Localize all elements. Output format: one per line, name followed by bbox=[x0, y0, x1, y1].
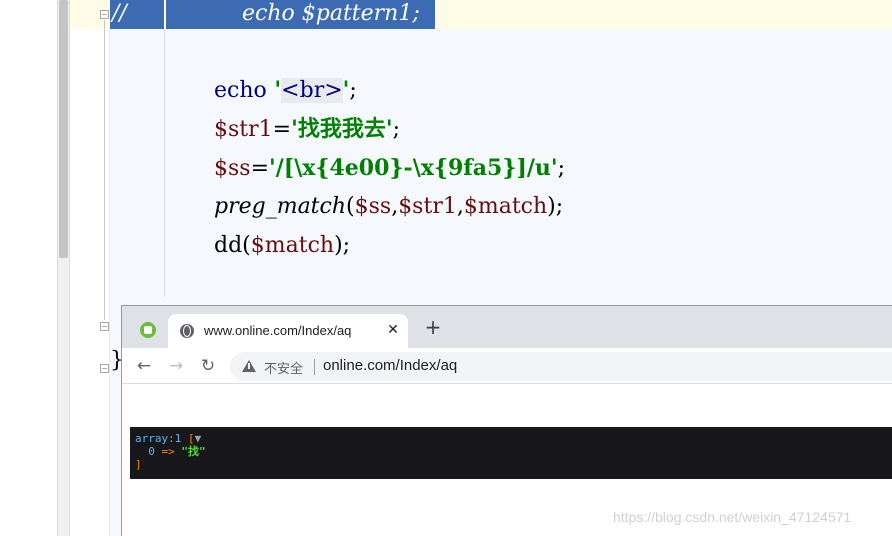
dump-value: "找" bbox=[181, 445, 206, 458]
dump-array-header: array:1 bbox=[135, 432, 182, 445]
tab-strip: www.online.com/Index/aq ✕ + bbox=[122, 306, 892, 348]
watermark: https://blog.csdn.net/weixin_47124571 bbox=[613, 509, 852, 525]
selected-code-line: echo $pattern1; bbox=[242, 1, 420, 26]
code-line: $str1='找我我去'; bbox=[214, 116, 400, 143]
code-token: '找我我去' bbox=[291, 116, 393, 142]
code-token: preg_match bbox=[214, 194, 347, 219]
dump-key: 0 bbox=[148, 445, 155, 458]
fold-end-marker-icon[interactable]: − bbox=[100, 364, 109, 373]
code-token: $ss bbox=[354, 194, 392, 219]
code-token: $str1 bbox=[398, 194, 457, 219]
code-token: ; bbox=[557, 156, 566, 181]
tab-close-icon[interactable]: ✕ bbox=[384, 320, 402, 340]
var-dump-output: array:1 [▼ 0 => "找" ] bbox=[130, 427, 892, 479]
code-token: ( bbox=[242, 233, 251, 258]
comment-marker: // bbox=[112, 1, 127, 26]
browser-window: www.online.com/Index/aq ✕ + ← → ↻ 不安全 on… bbox=[121, 305, 892, 536]
code-token: $match bbox=[463, 194, 548, 219]
code-token: ; bbox=[349, 78, 357, 103]
url-text[interactable]: online.com/Index/aq bbox=[323, 357, 457, 374]
editor-left-margin bbox=[0, 0, 57, 536]
code-line: preg_match($ss,$str1,$match); bbox=[214, 194, 563, 220]
fold-guide-line bbox=[104, 20, 105, 320]
app-logo-icon[interactable] bbox=[140, 322, 156, 338]
fold-marker-icon[interactable]: − bbox=[100, 322, 109, 331]
omnibox-separator bbox=[314, 359, 315, 375]
code-token: $ss bbox=[214, 156, 251, 181]
dump-toggle-icon[interactable]: ▼ bbox=[195, 432, 202, 445]
code-token: ( bbox=[346, 194, 355, 219]
reload-icon[interactable]: ↻ bbox=[196, 354, 220, 378]
code-token: ; bbox=[392, 117, 400, 142]
code-token: , bbox=[456, 194, 464, 219]
code-line: $ss='/[\x{4e00}-\x{9fa5}]/u'; bbox=[214, 155, 565, 182]
code-token: '/[\x{4e00}-\x{9fa5}]/u' bbox=[269, 155, 558, 181]
code-token: $str1 bbox=[214, 117, 273, 142]
code-token: = bbox=[250, 156, 270, 181]
code-token: ); bbox=[547, 194, 564, 219]
indent-guide bbox=[164, 29, 165, 297]
address-bar[interactable]: 不安全 online.com/Index/aq bbox=[230, 352, 892, 381]
code-line: dd($match); bbox=[214, 233, 350, 259]
code-token: ' bbox=[266, 77, 282, 103]
scrollbar-thumb[interactable] bbox=[59, 0, 68, 258]
code-token: <br> bbox=[281, 78, 343, 103]
code-token: ); bbox=[334, 233, 351, 258]
code-token: $match bbox=[250, 233, 335, 258]
globe-icon bbox=[180, 324, 194, 338]
browser-tab[interactable]: www.online.com/Index/aq ✕ bbox=[168, 314, 408, 348]
code-token: echo bbox=[214, 78, 267, 103]
forward-arrow-icon[interactable]: → bbox=[164, 354, 188, 378]
code-token: = bbox=[272, 117, 292, 142]
dump-close-bracket: ] bbox=[135, 458, 142, 471]
new-tab-button[interactable]: + bbox=[422, 317, 444, 339]
fold-marker-icon[interactable]: − bbox=[100, 10, 109, 19]
browser-toolbar: ← → ↻ 不安全 online.com/Index/aq bbox=[122, 348, 892, 384]
back-arrow-icon[interactable]: ← bbox=[132, 354, 156, 378]
tab-title: www.online.com/Index/aq bbox=[204, 323, 352, 338]
code-token: dd bbox=[214, 233, 243, 258]
code-line: echo '<br>'; bbox=[214, 77, 357, 104]
dump-open-bracket: [ bbox=[187, 432, 195, 445]
dump-arrow: => bbox=[154, 445, 182, 458]
security-status[interactable]: 不安全 bbox=[264, 358, 303, 377]
